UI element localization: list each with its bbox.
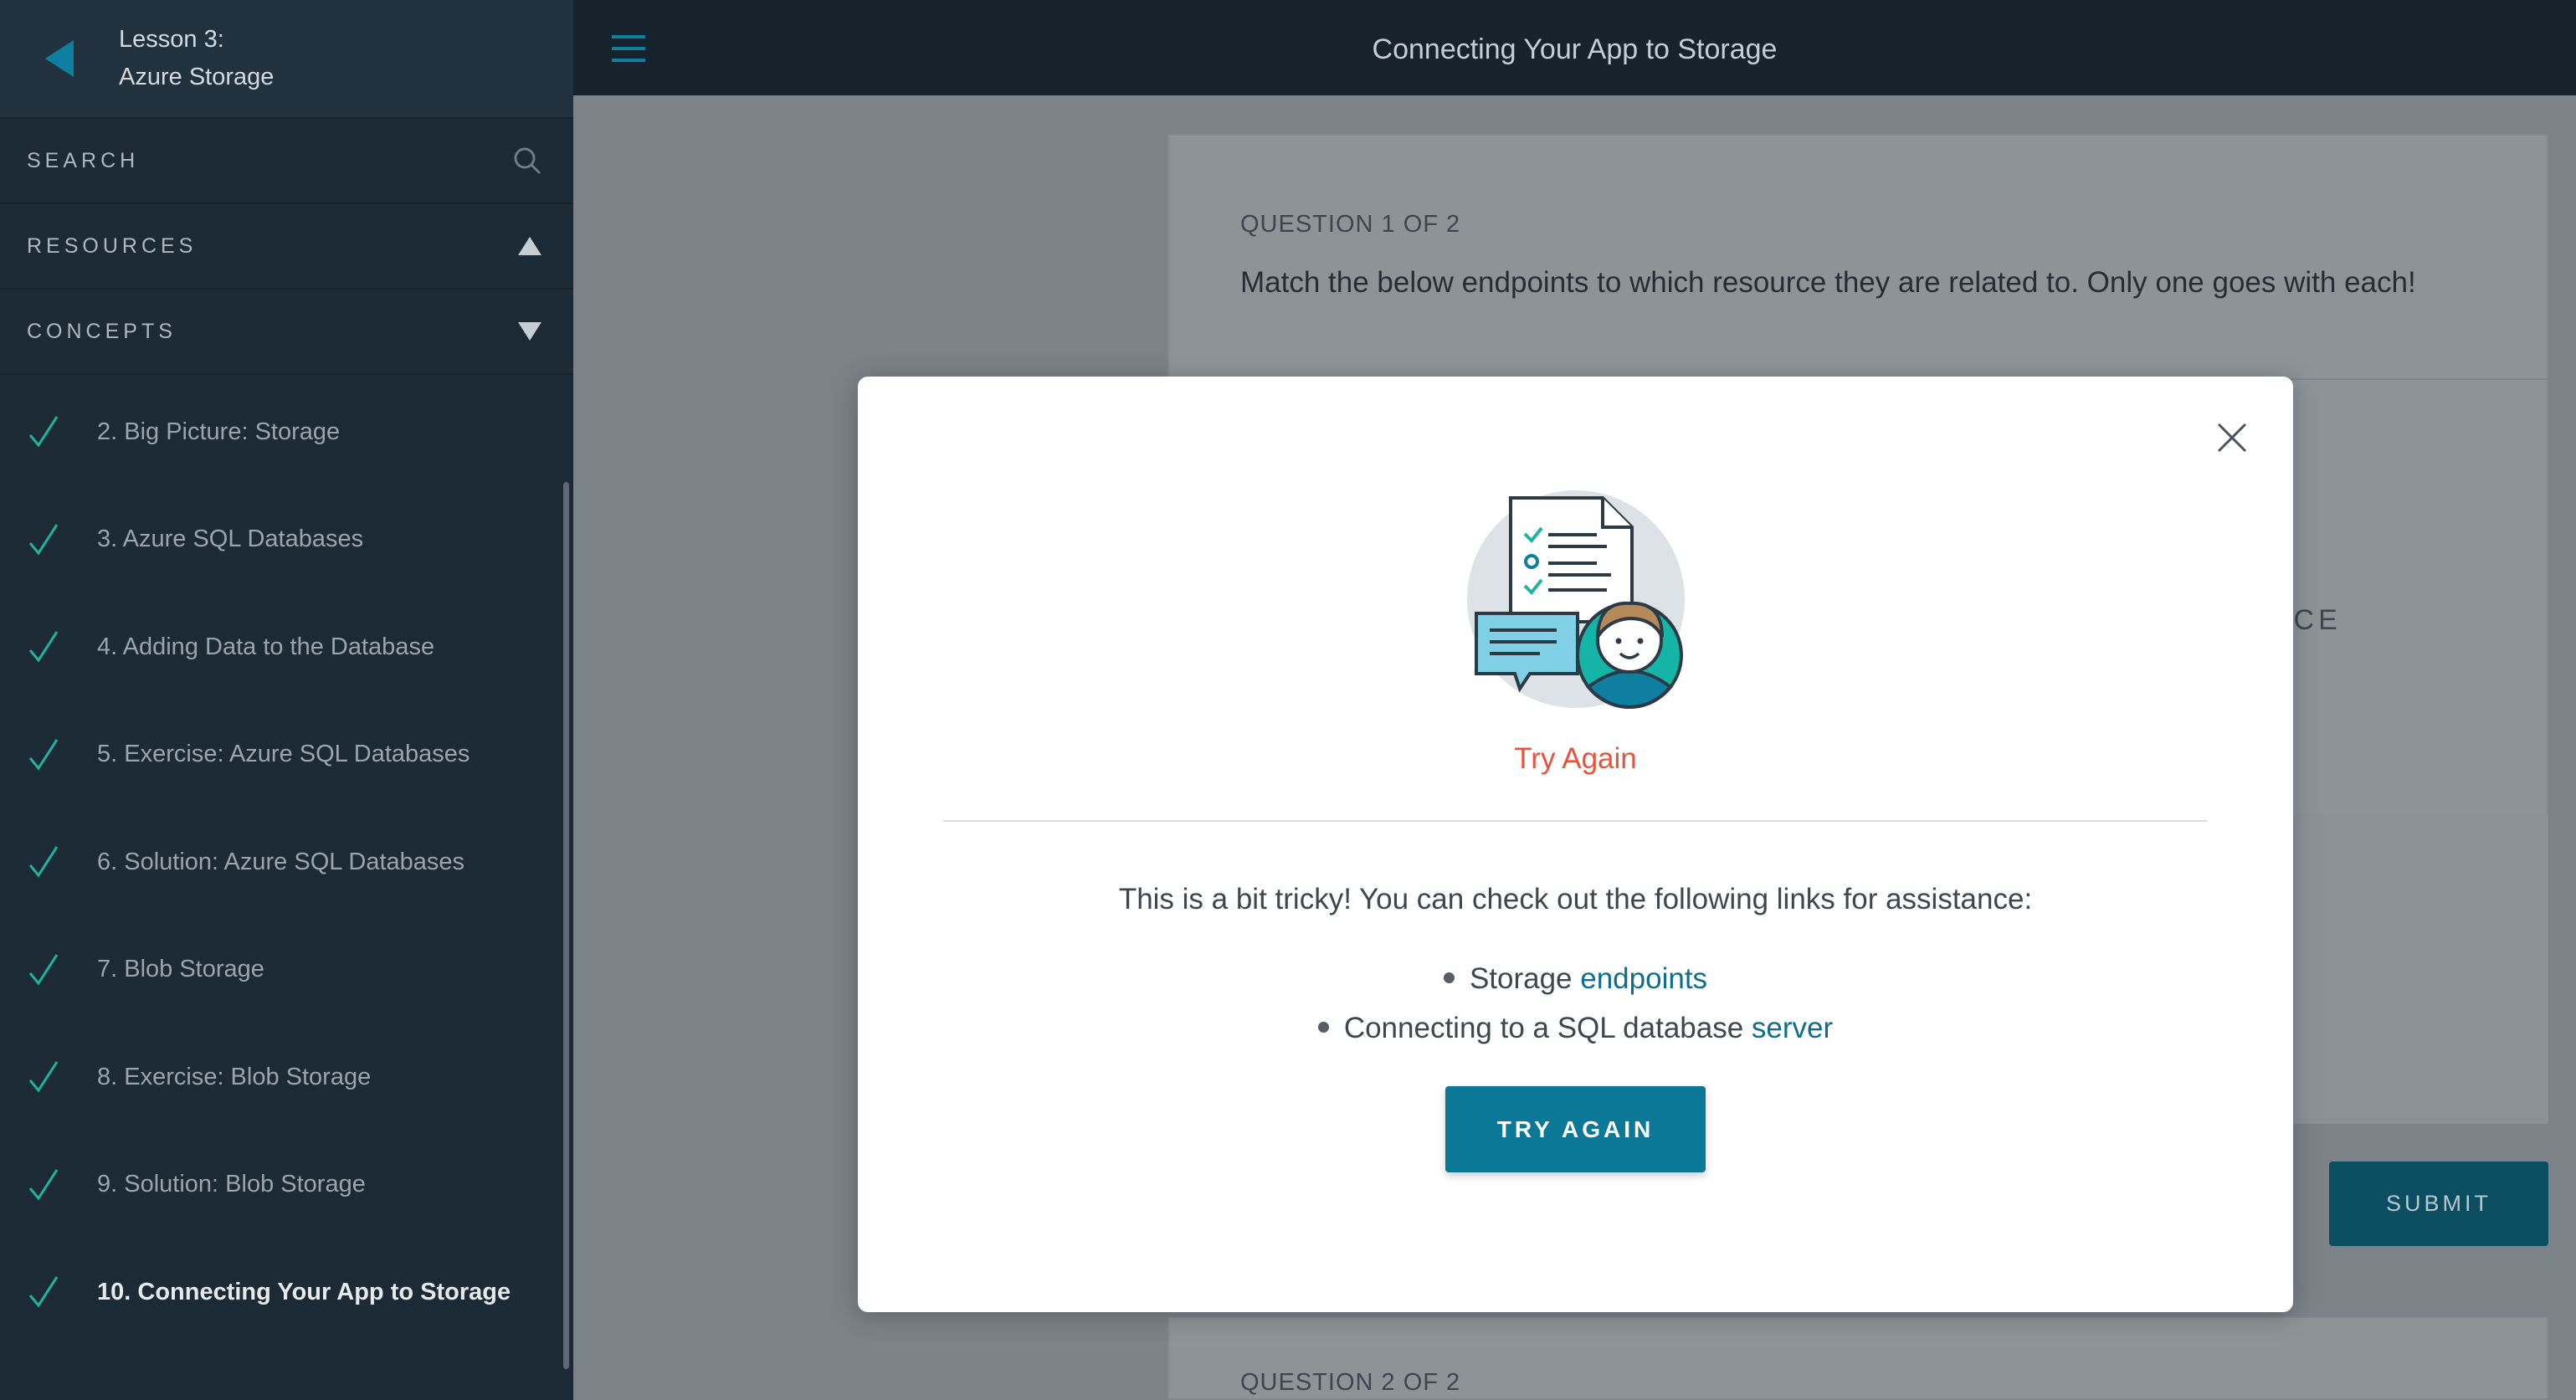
concept-label: 10. Connecting Your App to Storage	[97, 1278, 511, 1305]
modal-title: Try Again	[1514, 742, 1637, 775]
concepts-toggle[interactable]: CONCEPTS	[0, 290, 573, 375]
check-icon	[28, 1060, 62, 1094]
search-icon	[514, 147, 541, 175]
concept-label: 4. Adding Data to the Database	[97, 633, 435, 660]
bullet-icon	[1443, 972, 1455, 984]
check-icon	[28, 523, 62, 556]
close-button[interactable]	[2215, 421, 2249, 454]
check-icon	[28, 1275, 62, 1309]
server-link[interactable]: server	[1752, 1012, 1833, 1044]
check-icon	[28, 845, 62, 879]
resources-toggle[interactable]: RESOURCES	[0, 204, 573, 290]
check-icon	[28, 630, 62, 664]
concept-label: 3. Azure SQL Databases	[97, 526, 364, 553]
check-icon	[28, 738, 62, 772]
help-link-item: Storage endpoints	[858, 954, 2293, 1003]
try-again-button[interactable]: TRY AGAIN	[1445, 1086, 1706, 1172]
modal-message: This is a bit tricky! You can check out …	[1118, 883, 2033, 915]
concept-item[interactable]: 8. Exercise: Blob Storage	[0, 1023, 562, 1131]
page-title: Connecting Your App to Storage	[1372, 33, 1778, 65]
check-icon	[28, 415, 62, 449]
concept-label: 6. Solution: Azure SQL Databases	[97, 848, 465, 875]
sidebar-scrollbar-thumb[interactable]	[563, 482, 569, 1369]
question-2-label: QUESTION 2 OF 2	[1240, 1369, 1461, 1396]
concept-label: 2. Big Picture: Storage	[97, 418, 341, 445]
concept-item[interactable]: 7. Blob Storage	[0, 916, 562, 1024]
search-label: SEARCH	[27, 148, 140, 172]
concept-label: 5. Exercise: Azure SQL Databases	[97, 741, 470, 768]
concept-item[interactable]: 3. Azure SQL Databases	[0, 486, 562, 594]
concept-item[interactable]: 5. Exercise: Azure SQL Databases	[0, 701, 562, 809]
triangle-down-icon	[518, 322, 541, 341]
topbar: Connecting Your App to Storage	[573, 0, 2576, 95]
concept-item[interactable]: 6. Solution: Azure SQL Databases	[0, 808, 562, 916]
concept-label: 8. Exercise: Blob Storage	[97, 1063, 372, 1090]
concept-label: 9. Solution: Blob Storage	[97, 1171, 366, 1198]
help-link-prefix: Connecting to a SQL database	[1343, 1012, 1752, 1044]
help-links-list: Storage endpoints Connecting to a SQL da…	[858, 954, 2293, 1053]
lesson-info: Lesson 3: Azure Storage	[119, 21, 274, 96]
lesson-number: Lesson 3:	[119, 26, 224, 53]
modal-divider	[943, 820, 2207, 822]
close-icon	[2217, 423, 2247, 453]
back-button[interactable]	[0, 0, 119, 118]
resources-label: RESOURCES	[27, 233, 198, 258]
concept-item-active[interactable]: 10. Connecting Your App to Storage	[0, 1238, 562, 1346]
search-row[interactable]: SEARCH	[0, 119, 573, 204]
back-arrow-icon	[45, 40, 74, 77]
submit-button[interactable]: SUBMIT	[2329, 1162, 2548, 1246]
concept-item[interactable]: 4. Adding Data to the Database	[0, 593, 562, 701]
check-icon	[28, 1168, 62, 1202]
sidebar-header: Lesson 3: Azure Storage	[0, 0, 573, 119]
feedback-modal: Try Again This is a bit tricky! You can …	[858, 377, 2293, 1312]
concept-item[interactable]: 9. Solution: Blob Storage	[0, 1131, 562, 1239]
question-text: Match the below endpoints to which resou…	[1240, 266, 2416, 299]
endpoints-link[interactable]: endpoints	[1580, 962, 1707, 995]
bullet-icon	[1317, 1022, 1329, 1033]
lesson-title: Azure Storage	[119, 64, 275, 90]
help-link-item: Connecting to a SQL database server	[858, 1003, 2293, 1053]
question-label: QUESTION 1 OF 2	[1240, 211, 1461, 238]
help-link-prefix: Storage	[1469, 962, 1581, 995]
support-illustration-icon	[1467, 490, 1685, 710]
concept-item[interactable]: 2. Big Picture: Storage	[0, 378, 562, 486]
concepts-label: CONCEPTS	[27, 319, 177, 343]
triangle-up-icon	[518, 237, 541, 255]
concept-label: 7. Blob Storage	[97, 956, 264, 983]
check-icon	[28, 953, 62, 987]
sidebar: Lesson 3: Azure Storage SEARCH RESOURCES…	[0, 0, 573, 1400]
concept-list: 2. Big Picture: Storage 3. Azure SQL Dat…	[0, 378, 562, 1346]
